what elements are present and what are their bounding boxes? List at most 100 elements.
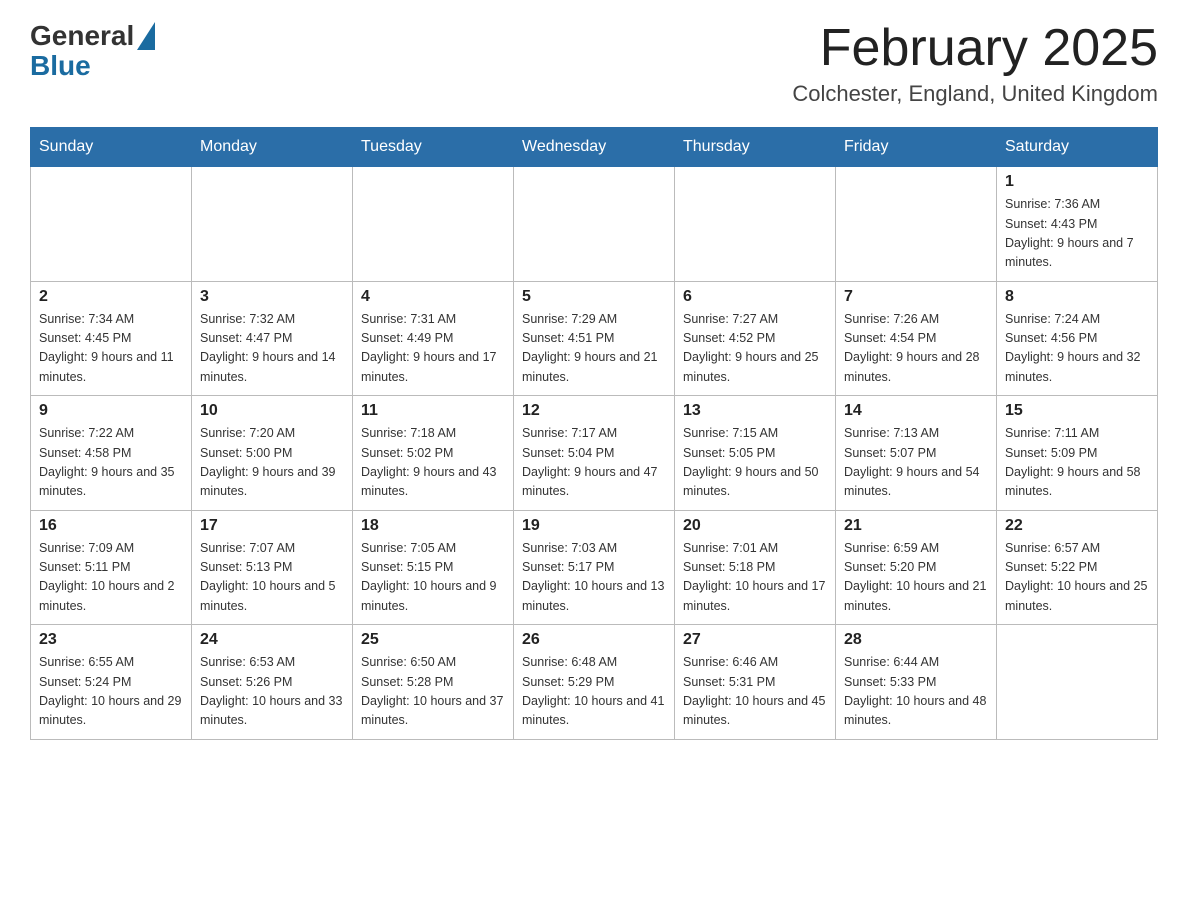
month-year-title: February 2025 (792, 20, 1158, 77)
calendar-cell: 22 Sunrise: 6:57 AMSunset: 5:22 PMDayligh… (997, 510, 1158, 625)
calendar-cell (353, 167, 514, 282)
logo-triangle-icon (137, 22, 155, 50)
title-block: February 2025 Colchester, England, Unite… (792, 20, 1158, 107)
day-info: Sunrise: 7:32 AMSunset: 4:47 PMDaylight:… (200, 310, 344, 388)
day-number: 2 (39, 288, 183, 306)
day-info: Sunrise: 7:26 AMSunset: 4:54 PMDaylight:… (844, 310, 988, 388)
day-number: 17 (200, 517, 344, 535)
day-number: 1 (1005, 173, 1149, 191)
week-row-1: 1 Sunrise: 7:36 AMSunset: 4:43 PMDaylight… (31, 167, 1158, 282)
day-info: Sunrise: 7:03 AMSunset: 5:17 PMDaylight:… (522, 539, 666, 617)
day-info: Sunrise: 7:17 AMSunset: 5:04 PMDaylight:… (522, 424, 666, 502)
calendar-header-tuesday: Tuesday (353, 128, 514, 167)
day-info: Sunrise: 7:24 AMSunset: 4:56 PMDaylight:… (1005, 310, 1149, 388)
day-number: 10 (200, 402, 344, 420)
calendar-cell: 14Sunrise: 7:13 AMSunset: 5:07 PMDayligh… (836, 396, 997, 511)
calendar-cell: 17 Sunrise: 7:07 AMSunset: 5:13 PMDayligh… (192, 510, 353, 625)
day-number: 15 (1005, 402, 1149, 420)
day-info: Sunrise: 7:18 AMSunset: 5:02 PMDaylight:… (361, 424, 505, 502)
calendar-table: SundayMondayTuesdayWednesdayThursdayFrid… (30, 127, 1158, 740)
day-info: Sunrise: 6:48 AMSunset: 5:29 PMDaylight:… (522, 653, 666, 731)
calendar-cell: 19 Sunrise: 7:03 AMSunset: 5:17 PMDayligh… (514, 510, 675, 625)
logo-blue-text: Blue (30, 50, 91, 82)
calendar-cell: 28 Sunrise: 6:44 AMSunset: 5:33 PMDayligh… (836, 625, 997, 740)
day-number: 22 (1005, 517, 1149, 535)
day-info: Sunrise: 7:01 AMSunset: 5:18 PMDaylight:… (683, 539, 827, 617)
day-info: Sunrise: 6:53 AMSunset: 5:26 PMDaylight:… (200, 653, 344, 731)
day-number: 4 (361, 288, 505, 306)
calendar-cell: 11 Sunrise: 7:18 AMSunset: 5:02 PMDayligh… (353, 396, 514, 511)
calendar-cell: 20 Sunrise: 7:01 AMSunset: 5:18 PMDayligh… (675, 510, 836, 625)
calendar-cell: 18Sunrise: 7:05 AMSunset: 5:15 PMDayligh… (353, 510, 514, 625)
calendar-cell: 27Sunrise: 6:46 AMSunset: 5:31 PMDayligh… (675, 625, 836, 740)
day-number: 23 (39, 631, 183, 649)
day-info: Sunrise: 7:09 AMSunset: 5:11 PMDaylight:… (39, 539, 183, 617)
location-subtitle: Colchester, England, United Kingdom (792, 81, 1158, 107)
day-info: Sunrise: 7:13 AMSunset: 5:07 PMDaylight:… (844, 424, 988, 502)
day-info: Sunrise: 7:20 AMSunset: 5:00 PMDaylight:… (200, 424, 344, 502)
calendar-cell: 8 Sunrise: 7:24 AMSunset: 4:56 PMDaylight… (997, 281, 1158, 396)
calendar-cell: 3 Sunrise: 7:32 AMSunset: 4:47 PMDaylight… (192, 281, 353, 396)
day-number: 19 (522, 517, 666, 535)
calendar-cell: 13 Sunrise: 7:15 AMSunset: 5:05 PMDayligh… (675, 396, 836, 511)
day-info: Sunrise: 7:11 AMSunset: 5:09 PMDaylight:… (1005, 424, 1149, 502)
day-info: Sunrise: 7:07 AMSunset: 5:13 PMDaylight:… (200, 539, 344, 617)
day-info: Sunrise: 6:59 AMSunset: 5:20 PMDaylight:… (844, 539, 988, 617)
day-number: 26 (522, 631, 666, 649)
day-info: Sunrise: 7:34 AMSunset: 4:45 PMDaylight:… (39, 310, 183, 388)
calendar-cell (997, 625, 1158, 740)
calendar-cell (836, 167, 997, 282)
calendar-header-wednesday: Wednesday (514, 128, 675, 167)
day-info: Sunrise: 6:50 AMSunset: 5:28 PMDaylight:… (361, 653, 505, 731)
day-info: Sunrise: 7:36 AMSunset: 4:43 PMDaylight:… (1005, 195, 1149, 273)
day-number: 3 (200, 288, 344, 306)
week-row-2: 2 Sunrise: 7:34 AMSunset: 4:45 PMDaylight… (31, 281, 1158, 396)
day-number: 12 (522, 402, 666, 420)
day-info: Sunrise: 6:57 AMSunset: 5:22 PMDaylight:… (1005, 539, 1149, 617)
calendar-header-monday: Monday (192, 128, 353, 167)
day-number: 28 (844, 631, 988, 649)
day-info: Sunrise: 7:27 AMSunset: 4:52 PMDaylight:… (683, 310, 827, 388)
calendar-cell (192, 167, 353, 282)
day-info: Sunrise: 7:15 AMSunset: 5:05 PMDaylight:… (683, 424, 827, 502)
calendar-cell: 9 Sunrise: 7:22 AMSunset: 4:58 PMDaylight… (31, 396, 192, 511)
calendar-cell: 7 Sunrise: 7:26 AMSunset: 4:54 PMDaylight… (836, 281, 997, 396)
calendar-header-sunday: Sunday (31, 128, 192, 167)
day-info: Sunrise: 6:46 AMSunset: 5:31 PMDaylight:… (683, 653, 827, 731)
day-number: 7 (844, 288, 988, 306)
day-number: 21 (844, 517, 988, 535)
calendar-cell: 25 Sunrise: 6:50 AMSunset: 5:28 PMDayligh… (353, 625, 514, 740)
calendar-cell: 2 Sunrise: 7:34 AMSunset: 4:45 PMDaylight… (31, 281, 192, 396)
calendar-header-thursday: Thursday (675, 128, 836, 167)
calendar-cell: 6 Sunrise: 7:27 AMSunset: 4:52 PMDaylight… (675, 281, 836, 396)
day-number: 20 (683, 517, 827, 535)
calendar-cell: 24 Sunrise: 6:53 AMSunset: 5:26 PMDayligh… (192, 625, 353, 740)
calendar-header-saturday: Saturday (997, 128, 1158, 167)
day-number: 25 (361, 631, 505, 649)
day-number: 9 (39, 402, 183, 420)
logo: General Blue (30, 20, 155, 82)
logo-general-text: General (30, 20, 134, 52)
day-number: 5 (522, 288, 666, 306)
week-row-4: 16Sunrise: 7:09 AMSunset: 5:11 PMDayligh… (31, 510, 1158, 625)
page-header: General Blue February 2025 Colchester, E… (30, 20, 1158, 107)
day-number: 13 (683, 402, 827, 420)
calendar-cell: 26 Sunrise: 6:48 AMSunset: 5:29 PMDayligh… (514, 625, 675, 740)
day-info: Sunrise: 7:22 AMSunset: 4:58 PMDaylight:… (39, 424, 183, 502)
calendar-cell: 10 Sunrise: 7:20 AMSunset: 5:00 PMDayligh… (192, 396, 353, 511)
calendar-cell: 16Sunrise: 7:09 AMSunset: 5:11 PMDayligh… (31, 510, 192, 625)
day-info: Sunrise: 7:29 AMSunset: 4:51 PMDaylight:… (522, 310, 666, 388)
calendar-header-friday: Friday (836, 128, 997, 167)
day-number: 8 (1005, 288, 1149, 306)
calendar-header-row: SundayMondayTuesdayWednesdayThursdayFrid… (31, 128, 1158, 167)
calendar-cell: 23Sunrise: 6:55 AMSunset: 5:24 PMDayligh… (31, 625, 192, 740)
day-number: 24 (200, 631, 344, 649)
day-number: 11 (361, 402, 505, 420)
week-row-3: 9 Sunrise: 7:22 AMSunset: 4:58 PMDaylight… (31, 396, 1158, 511)
calendar-cell (675, 167, 836, 282)
calendar-cell: 15 Sunrise: 7:11 AMSunset: 5:09 PMDayligh… (997, 396, 1158, 511)
day-info: Sunrise: 7:05 AMSunset: 5:15 PMDaylight:… (361, 539, 505, 617)
day-info: Sunrise: 6:44 AMSunset: 5:33 PMDaylight:… (844, 653, 988, 731)
calendar-cell: 5 Sunrise: 7:29 AMSunset: 4:51 PMDaylight… (514, 281, 675, 396)
day-number: 6 (683, 288, 827, 306)
